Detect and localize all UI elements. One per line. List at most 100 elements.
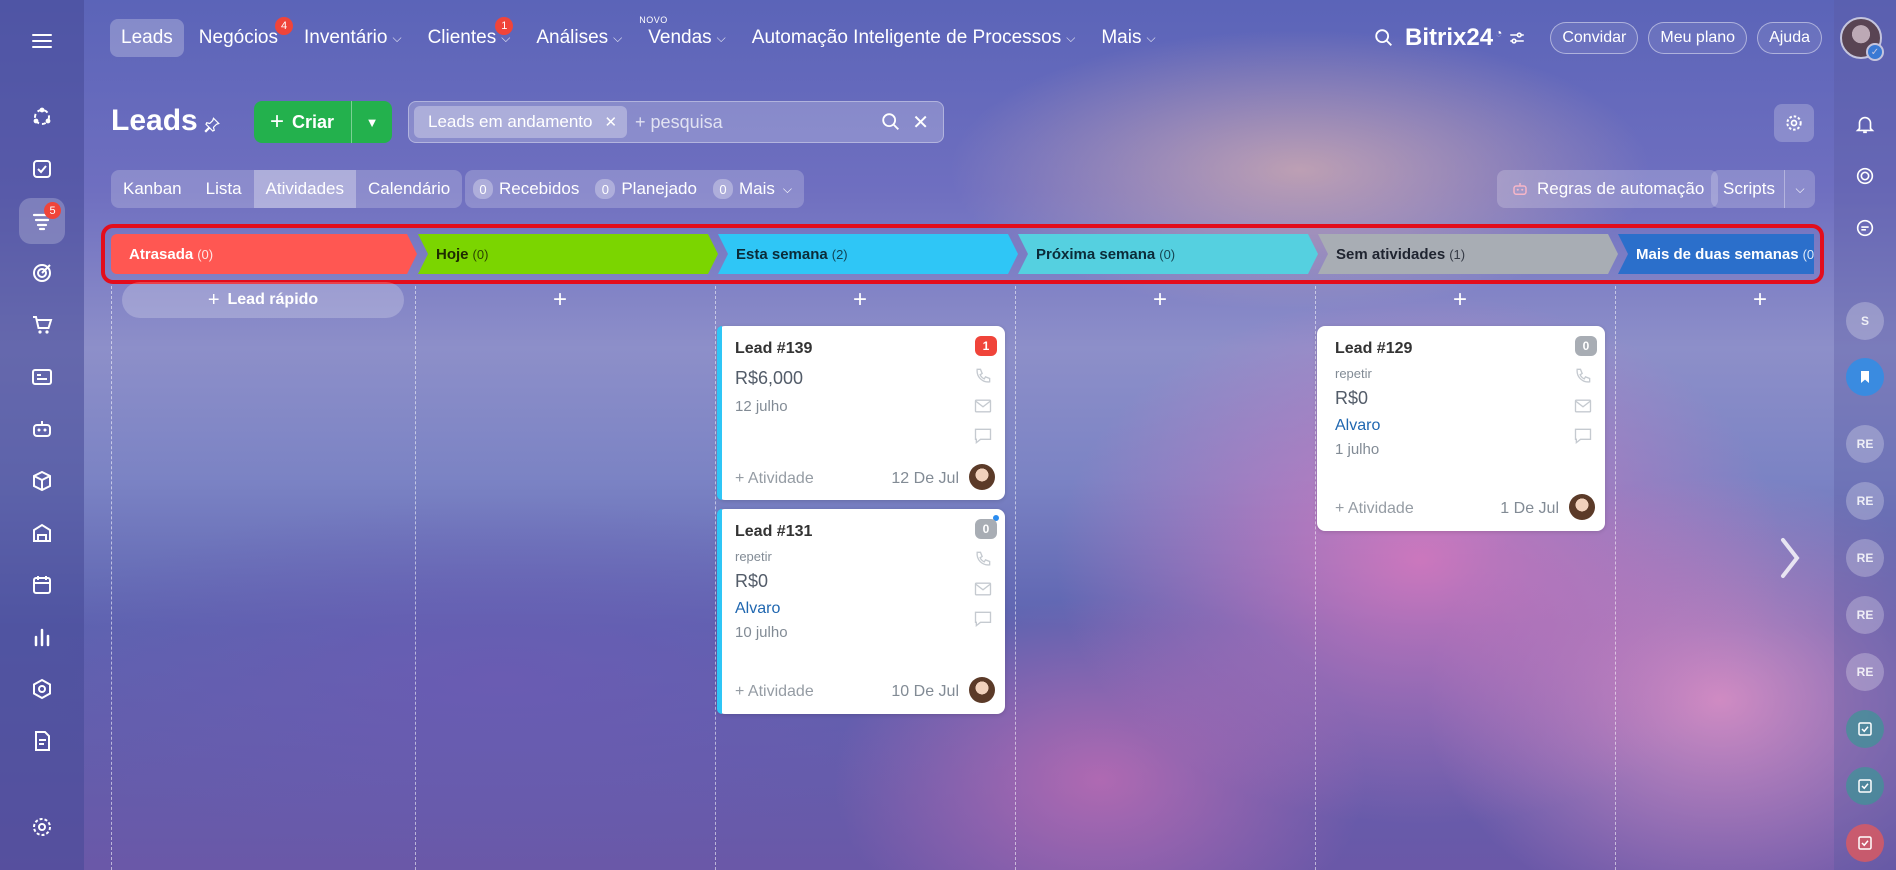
chevron-down-icon[interactable]: ▼ xyxy=(352,115,392,130)
chat-icon[interactable] xyxy=(973,426,993,446)
tab-lista[interactable]: Lista xyxy=(194,170,254,208)
chevron-down-icon[interactable]: ⌵ xyxy=(1785,182,1815,197)
stages-highlight xyxy=(101,224,1824,284)
task-check-icon[interactable] xyxy=(1846,824,1884,862)
responsible-avatar[interactable] xyxy=(969,464,995,490)
hub-icon[interactable] xyxy=(19,94,65,140)
responsible-avatar[interactable] xyxy=(1569,494,1595,520)
mail-icon[interactable] xyxy=(973,579,993,599)
chat-icon[interactable] xyxy=(973,609,993,629)
contact-avatar[interactable]: RE xyxy=(1846,425,1884,463)
calendar-icon[interactable] xyxy=(19,562,65,608)
chat-search-icon[interactable] xyxy=(1846,209,1884,247)
activity-counters: 0 Recebidos 0 Planejado 0 Mais ⌵ xyxy=(465,170,804,208)
quick-lead-button[interactable]: + Lead rápido xyxy=(122,282,404,318)
filter-chip[interactable]: Leads em andamento ✕ xyxy=(414,106,628,138)
add-plus-icon[interactable]: + xyxy=(1145,286,1175,314)
nav-inventario[interactable]: Inventário ⌵ xyxy=(293,19,413,57)
menu-icon[interactable] xyxy=(19,18,65,64)
mail-icon[interactable] xyxy=(1573,396,1593,416)
document-icon[interactable] xyxy=(19,718,65,764)
contact-avatar[interactable]: RE xyxy=(1846,482,1884,520)
nav-negocios[interactable]: Negócios 4 xyxy=(188,17,293,57)
settings-icon[interactable] xyxy=(19,804,65,850)
store-icon[interactable] xyxy=(19,510,65,556)
scripts-button[interactable]: Scripts ⌵ xyxy=(1711,170,1815,208)
nav-clientes[interactable]: Clientes ⌵ 1 xyxy=(417,17,522,57)
automation-icon[interactable] xyxy=(19,666,65,712)
nav-automacao[interactable]: Automação Inteligente de Processos ⌵ xyxy=(741,19,1087,57)
robot-icon[interactable] xyxy=(19,406,65,452)
close-icon[interactable]: ✕ xyxy=(604,113,617,131)
analytics-icon[interactable] xyxy=(19,614,65,660)
add-plus-icon[interactable]: + xyxy=(845,286,875,314)
add-plus-icon[interactable]: + xyxy=(545,286,575,314)
create-button[interactable]: + Criar ▼ xyxy=(254,101,392,143)
create-main[interactable]: + Criar xyxy=(254,101,352,143)
task-check-icon[interactable] xyxy=(1846,767,1884,805)
my-plan-button[interactable]: Meu plano xyxy=(1648,22,1748,54)
card-title[interactable]: Lead #129 xyxy=(1335,340,1412,358)
automation-rules-button[interactable]: Regras de automação xyxy=(1497,170,1719,208)
target-icon[interactable] xyxy=(19,250,65,296)
crm-badge: 5 xyxy=(44,202,61,219)
tasks-icon[interactable] xyxy=(19,146,65,192)
search-input[interactable] xyxy=(635,104,881,140)
phone-icon[interactable] xyxy=(1573,366,1593,386)
chat-icon[interactable] xyxy=(1573,426,1593,446)
tab-kanban[interactable]: Kanban xyxy=(111,170,194,208)
cart-icon[interactable] xyxy=(19,302,65,348)
contact-avatar[interactable]: RE xyxy=(1846,653,1884,691)
contact-avatar[interactable]: RE xyxy=(1846,539,1884,577)
counter-mais[interactable]: 0 Mais ⌵ xyxy=(712,179,792,199)
create-label: Criar xyxy=(292,111,335,132)
tab-calendario[interactable]: Calendário xyxy=(356,170,462,208)
brand-number: 24 xyxy=(1466,24,1494,51)
card-title[interactable]: Lead #139 xyxy=(735,340,812,358)
add-activity-link[interactable]: + Atividade xyxy=(735,470,814,488)
mail-icon[interactable] xyxy=(973,396,993,416)
contact-avatar[interactable]: S xyxy=(1846,302,1884,340)
add-plus-icon[interactable]: + xyxy=(1745,286,1775,314)
copilot-icon[interactable] xyxy=(1846,157,1884,195)
bookmark-icon[interactable] xyxy=(1846,358,1884,396)
nav-vendas[interactable]: NOVO Vendas ⌵ xyxy=(637,15,737,57)
bell-icon[interactable] xyxy=(1846,105,1884,143)
phone-icon[interactable] xyxy=(973,549,993,569)
card-title[interactable]: Lead #131 xyxy=(735,523,812,541)
clear-icon[interactable]: ✕ xyxy=(912,110,929,135)
help-button[interactable]: Ajuda xyxy=(1757,22,1822,54)
card-accent xyxy=(717,326,722,500)
counter-recebidos[interactable]: 0 Recebidos xyxy=(473,179,579,199)
task-check-icon[interactable] xyxy=(1846,710,1884,748)
tab-atividades[interactable]: Atividades xyxy=(253,170,356,208)
negocios-badge: 4 xyxy=(275,17,293,35)
crm-icon[interactable]: 5 xyxy=(19,198,65,244)
search-icon[interactable] xyxy=(1373,27,1395,49)
nav-mais[interactable]: Mais ⌵ xyxy=(1090,19,1166,57)
search-bar: Leads em andamento ✕ ✕ xyxy=(408,101,944,143)
box-icon[interactable] xyxy=(19,458,65,504)
add-plus-icon[interactable]: + xyxy=(1445,286,1475,314)
sliders-icon[interactable] xyxy=(1508,29,1526,47)
responsible-avatar[interactable] xyxy=(969,677,995,703)
chevron-right-icon[interactable] xyxy=(1775,528,1805,588)
contact-link[interactable]: Alvaro xyxy=(735,600,780,618)
gear-icon[interactable] xyxy=(1774,104,1814,142)
add-activity-link[interactable]: + Atividade xyxy=(1335,500,1414,518)
pin-icon[interactable] xyxy=(203,116,221,139)
brand-logo[interactable]: Bitrix24 xyxy=(1405,24,1493,52)
add-activity-link[interactable]: + Atividade xyxy=(735,683,814,701)
contact-avatar[interactable]: RE xyxy=(1846,596,1884,634)
sites-icon[interactable] xyxy=(19,354,65,400)
lead-card[interactable]: Lead #131 0 repetir R$0 Alvaro 10 julho … xyxy=(717,509,1005,714)
phone-icon[interactable] xyxy=(973,366,993,386)
search-icon[interactable] xyxy=(880,111,902,133)
nav-analises[interactable]: Análises ⌵ xyxy=(525,19,633,57)
nav-leads[interactable]: Leads xyxy=(110,19,184,57)
lead-card[interactable]: Lead #129 0 repetir R$0 Alvaro 1 julho +… xyxy=(1317,326,1605,531)
invite-button[interactable]: Convidar xyxy=(1550,22,1639,54)
contact-link[interactable]: Alvaro xyxy=(1335,417,1380,435)
counter-planejado[interactable]: 0 Planejado xyxy=(595,179,697,199)
lead-card[interactable]: Lead #139 1 R$6,000 12 julho + Atividade… xyxy=(717,326,1005,500)
